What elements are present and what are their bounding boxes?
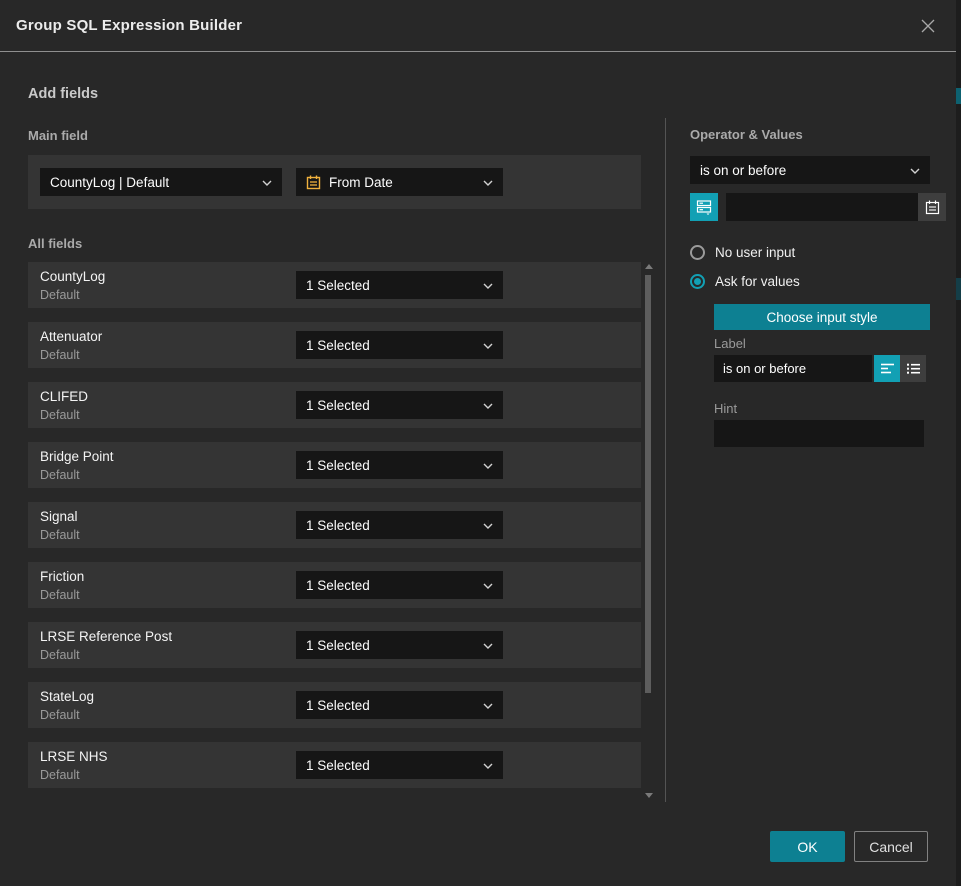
radio-no-user-input[interactable]: No user input <box>690 245 795 260</box>
field-name: LRSE NHS <box>40 749 108 764</box>
chevron-down-icon <box>483 173 493 191</box>
all-fields-list: CountyLog Default 1 Selected Attenuator … <box>28 262 641 802</box>
field-layer: Default <box>40 288 80 302</box>
operator-select[interactable]: is on or before <box>690 156 930 184</box>
field-name: Friction <box>40 569 84 584</box>
panel-divider <box>665 118 666 802</box>
field-selected-dropdown[interactable]: 1 Selected <box>296 571 503 599</box>
input-type-selector-icon[interactable] <box>690 193 718 221</box>
chevron-down-icon <box>483 756 493 774</box>
field-name: Bridge Point <box>40 449 114 464</box>
label-input[interactable] <box>714 355 872 382</box>
field-selected-dropdown[interactable]: 1 Selected <box>296 691 503 719</box>
hint-label: Hint <box>714 401 737 416</box>
field-layer: Default <box>40 408 80 422</box>
scroll-up-arrow-icon[interactable] <box>645 264 653 269</box>
field-layer: Default <box>40 708 80 722</box>
field-layer: Default <box>40 588 80 602</box>
label-label: Label <box>714 336 746 351</box>
field-selected-dropdown[interactable]: 1 Selected <box>296 631 503 659</box>
calendar-icon <box>306 175 321 190</box>
field-row: Signal Default 1 Selected <box>28 502 641 548</box>
field-row: StateLog Default 1 Selected <box>28 682 641 728</box>
field-layer: Default <box>40 528 80 542</box>
operator-values-heading: Operator & Values <box>690 127 803 142</box>
value-input-row <box>690 193 930 221</box>
chevron-down-icon <box>483 636 493 654</box>
chevron-down-icon <box>910 161 920 179</box>
field-row: CLIFED Default 1 Selected <box>28 382 641 428</box>
field-selected-dropdown[interactable]: 1 Selected <box>296 391 503 419</box>
radio-selected-icon[interactable] <box>690 274 705 289</box>
radio-icon[interactable] <box>690 245 705 260</box>
all-fields-scrollbar[interactable] <box>643 264 653 798</box>
add-fields-heading: Add fields <box>28 86 98 102</box>
list-icon[interactable] <box>900 355 926 382</box>
scrollbar-thumb[interactable] <box>645 275 651 693</box>
field-name: Signal <box>40 509 78 524</box>
field-name: CountyLog <box>40 269 105 284</box>
field-row: Friction Default 1 Selected <box>28 562 641 608</box>
chevron-down-icon <box>483 396 493 414</box>
field-selected-dropdown[interactable]: 1 Selected <box>296 331 503 359</box>
choose-input-style-button[interactable]: Choose input style <box>714 304 930 330</box>
chevron-down-icon <box>262 173 272 191</box>
all-fields-heading: All fields <box>28 236 82 251</box>
chevron-down-icon <box>483 336 493 354</box>
dialog-title: Group SQL Expression Builder <box>16 17 242 34</box>
field-name: CLIFED <box>40 389 88 404</box>
field-row: Bridge Point Default 1 Selected <box>28 442 641 488</box>
main-field-layer-select[interactable]: CountyLog | Default <box>40 168 282 196</box>
radio-ask-for-values[interactable]: Ask for values <box>690 274 800 289</box>
chevron-down-icon <box>483 696 493 714</box>
main-field-field-select[interactable]: From Date <box>296 168 503 196</box>
calendar-picker-button[interactable] <box>918 193 946 221</box>
field-row: Attenuator Default 1 Selected <box>28 322 641 368</box>
dialog-header: Group SQL Expression Builder <box>0 0 956 52</box>
background-page-strip <box>956 0 961 886</box>
group-sql-expression-builder-dialog: Group SQL Expression Builder Add fields … <box>0 0 961 886</box>
field-layer: Default <box>40 648 80 662</box>
cancel-button[interactable]: Cancel <box>854 831 928 862</box>
chevron-down-icon <box>483 576 493 594</box>
field-selected-dropdown[interactable]: 1 Selected <box>296 451 503 479</box>
field-row: CountyLog Default 1 Selected <box>28 262 641 308</box>
chevron-down-icon <box>483 516 493 534</box>
field-selected-dropdown[interactable]: 1 Selected <box>296 511 503 539</box>
chevron-down-icon <box>483 276 493 294</box>
date-value-input[interactable] <box>726 193 918 221</box>
label-style-toggle-group <box>874 355 926 382</box>
field-name: Attenuator <box>40 329 102 344</box>
field-layer: Default <box>40 468 80 482</box>
main-field-heading: Main field <box>28 128 88 143</box>
field-layer: Default <box>40 348 80 362</box>
field-selected-dropdown[interactable]: 1 Selected <box>296 271 503 299</box>
field-selected-dropdown[interactable]: 1 Selected <box>296 751 503 779</box>
align-left-icon[interactable] <box>874 355 900 382</box>
field-layer: Default <box>40 768 80 782</box>
chevron-down-icon <box>483 456 493 474</box>
ok-button[interactable]: OK <box>770 831 845 862</box>
field-row: LRSE NHS Default 1 Selected <box>28 742 641 788</box>
close-icon[interactable] <box>918 16 938 36</box>
field-name: StateLog <box>40 689 94 704</box>
hint-input[interactable] <box>714 420 924 447</box>
field-name: LRSE Reference Post <box>40 629 172 644</box>
scroll-down-arrow-icon[interactable] <box>645 793 653 798</box>
main-field-container: CountyLog | Default From Date <box>28 155 641 209</box>
field-row: LRSE Reference Post Default 1 Selected <box>28 622 641 668</box>
